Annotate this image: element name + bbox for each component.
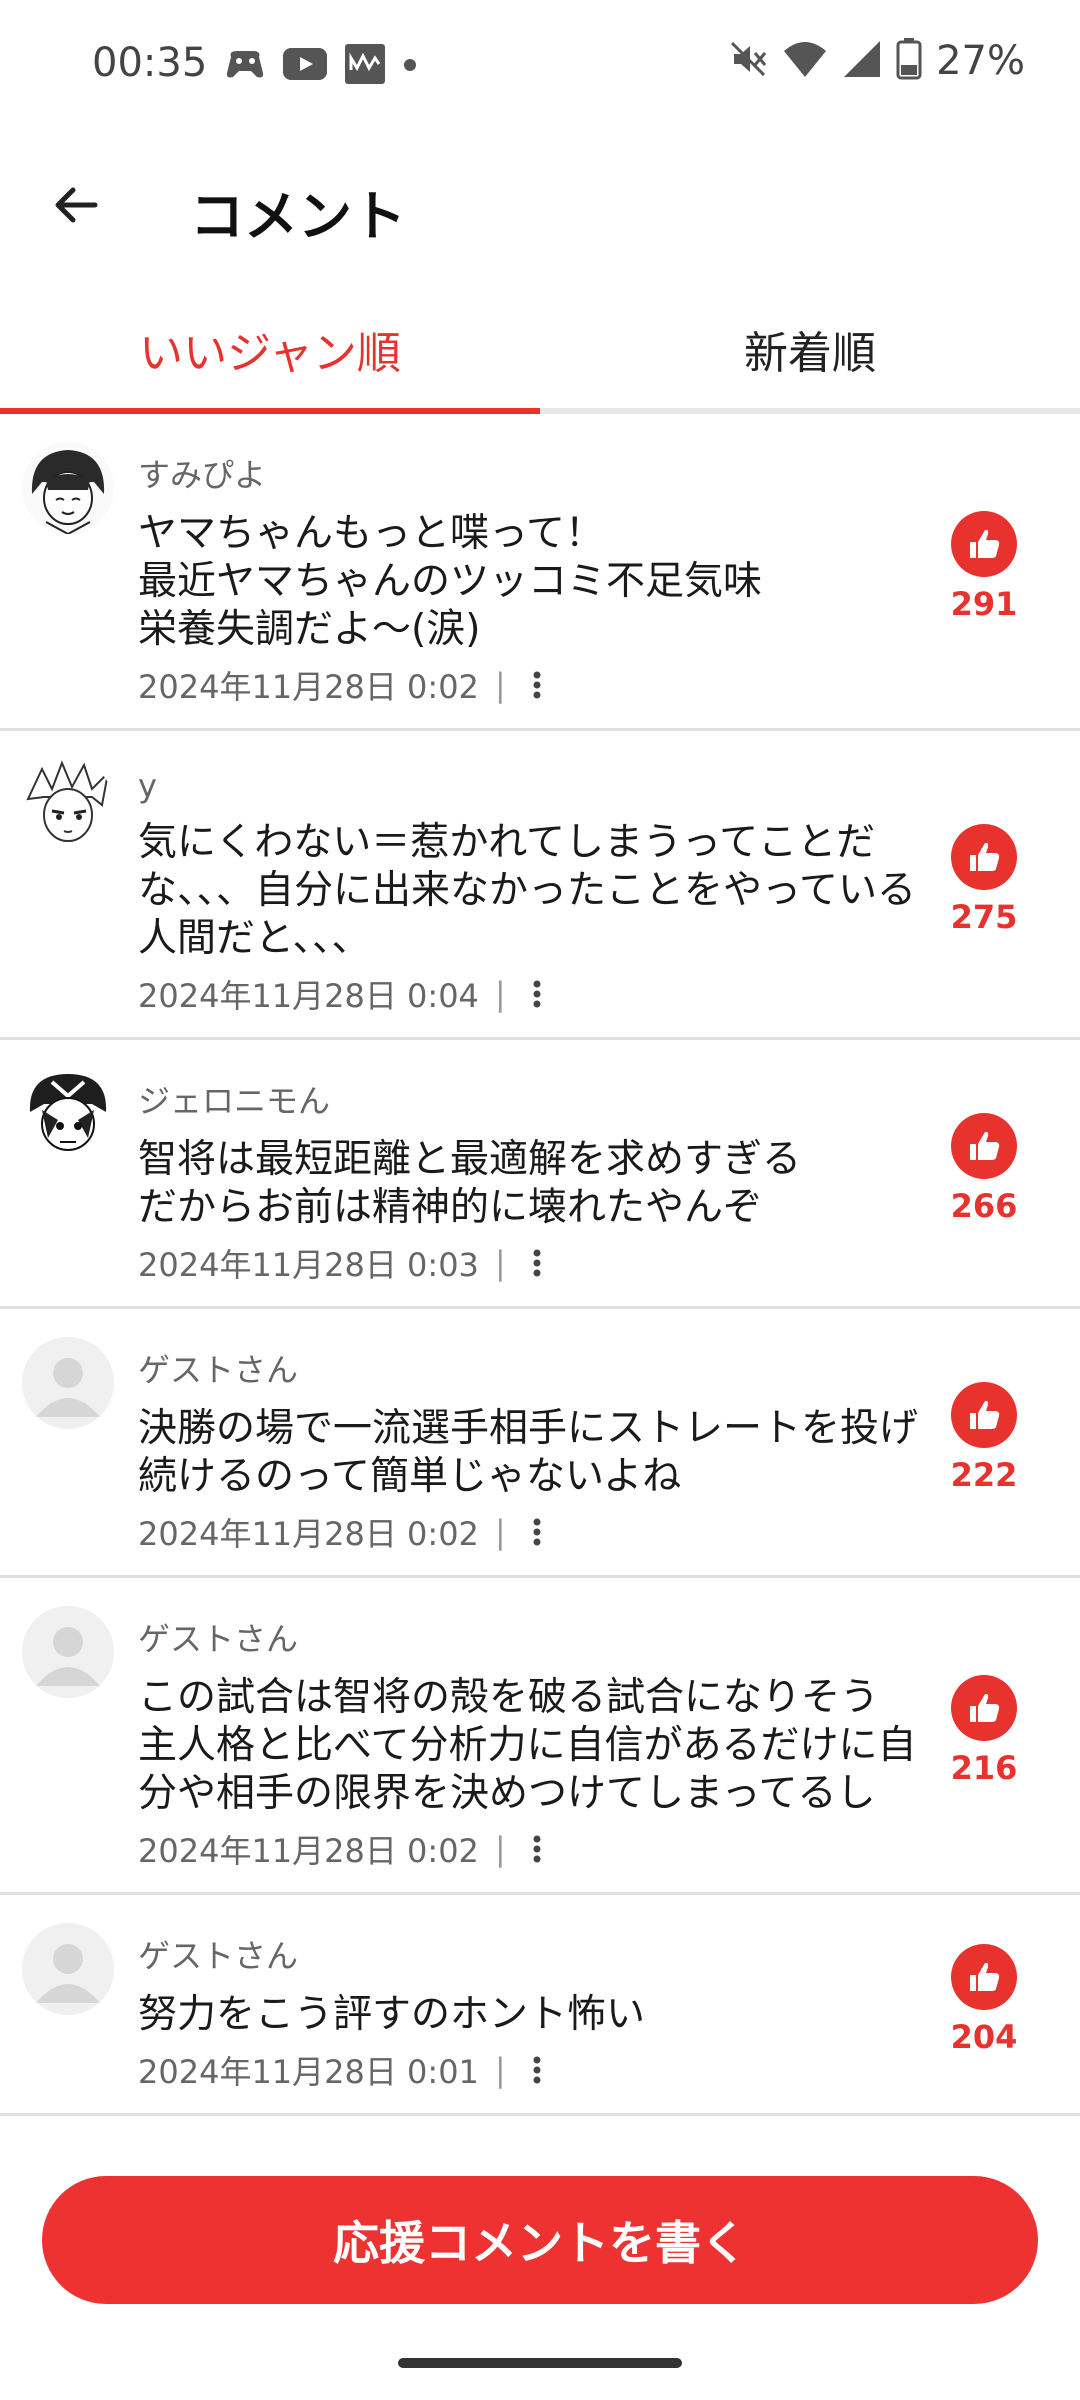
divider: |: [494, 1830, 506, 1868]
comment-text: 決勝の場で一流選手相手にストレートを投げ続けるのって簡単じゃないよね: [138, 1406, 919, 1499]
like-circle: [951, 1674, 1017, 1741]
like-button[interactable]: 291: [938, 510, 1030, 623]
comment-item: y 気にくわない＝惹かれてしまうってことだな、、、自分に出来なかったことをやってい…: [0, 731, 1080, 1040]
thumbs-up-icon: [970, 529, 1000, 558]
status-bar: 00:35 27%: [0, 0, 1080, 130]
like-button[interactable]: 204: [938, 1943, 1030, 2056]
comment-item: ゲストさんこの試合は智将の殻を破る試合になりそう 主人格と比べて分析力に自信があ…: [0, 1578, 1080, 1895]
back-button[interactable]: [40, 170, 110, 240]
comment-text: 努力をこう評すのホント怖い: [138, 1992, 646, 2037]
thumbs-up-icon: [970, 1962, 1000, 1991]
arrow-left-icon: [55, 187, 98, 223]
app-header: コメント: [0, 130, 1080, 280]
comment-username: y: [138, 767, 157, 805]
comment-username: ゲストさん: [138, 1351, 299, 1389]
avatar[interactable]: [22, 1068, 114, 1160]
battery-icon: [896, 38, 922, 84]
comment-date: 2024年11月28日 0:01: [138, 2053, 479, 2091]
like-button[interactable]: 216: [938, 1674, 1030, 1787]
comment-menu-button[interactable]: [522, 1243, 552, 1283]
comment-date: 2024年11月28日 0:02: [138, 668, 479, 706]
comment-date: 2024年11月28日 0:04: [138, 977, 479, 1015]
more-vert-icon: [533, 671, 541, 699]
signal-icon: [842, 39, 882, 83]
comment-username: ゲストさん: [138, 1937, 299, 1975]
divider: |: [494, 666, 506, 704]
thumbs-up-icon: [970, 1131, 1000, 1160]
tab-newest[interactable]: 新着順: [540, 290, 1080, 408]
comment-item: ゲストさん決勝の場で一流選手相手にストレートを投げ続けるのって簡単じゃないよね 2…: [0, 1309, 1080, 1578]
youtube-icon: [283, 48, 327, 84]
divider: |: [494, 1244, 506, 1282]
sort-tabs: いいジャン順 新着順: [0, 290, 1080, 414]
avatar[interactable]: [22, 1337, 114, 1429]
comment-menu-button[interactable]: [522, 1512, 552, 1552]
divider: |: [494, 2051, 506, 2089]
game-controller-icon: [225, 47, 265, 85]
comment-text: この試合は智将の殻を破る試合になりそう 主人格と比べて分析力に自信があるだけに自…: [138, 1675, 917, 1816]
more-vert-icon: [533, 1835, 541, 1863]
comment-date: 2024年11月28日 0:03: [138, 1246, 479, 1284]
like-count: 204: [950, 2017, 1018, 2056]
battery-percent: 27%: [936, 38, 1025, 84]
app-icon: [345, 44, 385, 88]
wifi-icon: [782, 39, 828, 83]
divider: |: [494, 1513, 506, 1551]
like-button[interactable]: 222: [938, 1381, 1030, 1494]
comment-list: すみぴよヤマちゃんもっと喋って！ 最近ヤマちゃんのツッコミ不足気味 栄養失調だよ…: [0, 414, 1080, 2116]
write-comment-button[interactable]: 応援コメントを書く: [42, 2176, 1038, 2304]
like-circle: [951, 510, 1017, 577]
like-button[interactable]: 275: [938, 823, 1030, 936]
dot-icon: [403, 57, 417, 76]
like-count: 216: [950, 1748, 1018, 1787]
tab-popular[interactable]: いいジャン順: [0, 290, 540, 414]
comment-text: ヤマちゃんもっと喋って！ 最近ヤマちゃんのツッコミ不足気味 栄養失調だよ〜(涙): [138, 511, 763, 652]
comment-username: すみぴよ: [138, 456, 267, 494]
thumbs-up-icon: [970, 842, 1000, 871]
page-title: コメント: [190, 185, 406, 248]
like-circle: [951, 1381, 1017, 1448]
like-circle: [951, 823, 1017, 890]
comment-item: ゲストさん努力をこう評すのホント怖い 2024年11月28日 0:01 | 204: [0, 1895, 1080, 2116]
comment-text: 智将は最短距離と最適解を求めすぎる だからお前は精神的に壊れたやんぞ: [138, 1137, 802, 1230]
comment-menu-button[interactable]: [522, 1829, 552, 1869]
thumbs-up-icon: [970, 1400, 1000, 1429]
like-circle: [951, 1943, 1017, 2010]
status-time: 00:35: [92, 40, 208, 86]
avatar[interactable]: [22, 1606, 114, 1698]
like-count: 266: [950, 1186, 1018, 1225]
like-circle: [951, 1112, 1017, 1179]
more-vert-icon: [533, 980, 541, 1008]
comment-menu-button[interactable]: [522, 2050, 552, 2090]
divider: |: [494, 975, 506, 1013]
more-vert-icon: [533, 2056, 541, 2084]
like-count: 291: [950, 584, 1018, 623]
avatar[interactable]: [22, 759, 114, 851]
like-count: 275: [950, 897, 1018, 936]
comment-date: 2024年11月28日 0:02: [138, 1832, 479, 1870]
mute-icon: [728, 39, 768, 83]
like-count: 222: [950, 1455, 1018, 1494]
comment-username: ゲストさん: [138, 1620, 299, 1658]
thumbs-up-icon: [970, 1693, 1000, 1722]
avatar[interactable]: [22, 1923, 114, 2015]
bottom-bar: 応援コメントを書く: [0, 2140, 1080, 2400]
comment-menu-button[interactable]: [522, 974, 552, 1014]
comment-item: すみぴよヤマちゃんもっと喋って！ 最近ヤマちゃんのツッコミ不足気味 栄養失調だよ…: [0, 414, 1080, 731]
comment-text: 気にくわない＝惹かれてしまうってことだな、、、自分に出来なかったことをやっている…: [138, 820, 917, 961]
comment-username: ジェロニモん: [138, 1082, 331, 1120]
comment-date: 2024年11月28日 0:02: [138, 1515, 479, 1553]
more-vert-icon: [533, 1518, 541, 1546]
home-indicator[interactable]: [398, 2358, 682, 2368]
more-vert-icon: [533, 1249, 541, 1277]
like-button[interactable]: 266: [938, 1112, 1030, 1225]
comment-menu-button[interactable]: [522, 665, 552, 705]
avatar[interactable]: [22, 442, 114, 534]
comment-item: ジェロニモん智将は最短距離と最適解を求めすぎる だからお前は精神的に壊れたやんぞ…: [0, 1040, 1080, 1309]
